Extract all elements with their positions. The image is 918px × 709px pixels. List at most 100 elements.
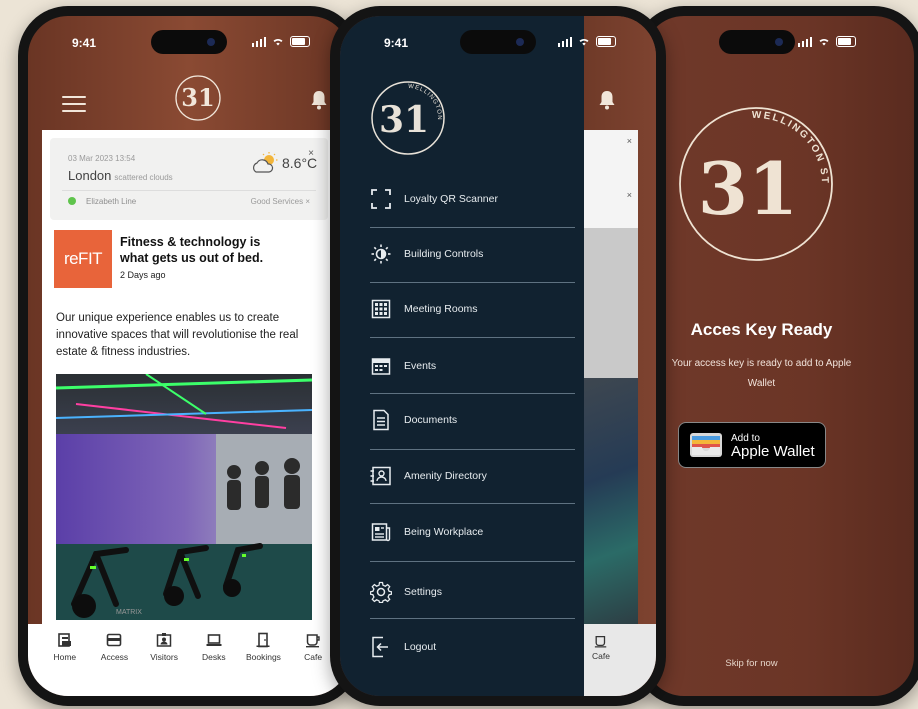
tab-access[interactable]: Access bbox=[94, 632, 134, 696]
wifi-icon bbox=[579, 38, 589, 46]
signal-icon bbox=[558, 36, 572, 47]
grid-icon bbox=[371, 299, 391, 319]
menu-divider bbox=[370, 337, 575, 338]
news-icon bbox=[371, 523, 391, 542]
preview-tab-cafe: Cafe bbox=[592, 634, 610, 661]
battery-icon bbox=[836, 36, 856, 47]
add-to-apple-wallet-button[interactable]: Add to Apple Wallet bbox=[678, 422, 826, 468]
wallet-icon bbox=[690, 433, 722, 457]
preview-image bbox=[584, 378, 638, 624]
menu-item-building-controls[interactable]: Building Controls bbox=[370, 233, 575, 275]
menu-item-logout[interactable]: Logout bbox=[370, 626, 575, 668]
preview-close: × bbox=[626, 136, 632, 146]
access-description: Your access key is ready to add to Apple… bbox=[671, 358, 852, 389]
signal-icon bbox=[798, 36, 812, 47]
article-header[interactable]: reFIT Fitness & technology is what gets … bbox=[42, 220, 336, 310]
weather-card: 03 Mar 2023 13:54 London scattered clouds… bbox=[50, 138, 328, 220]
access-screen: WELLINGTON STREET 31 Acces Key Ready You… bbox=[644, 16, 914, 696]
weather-divider bbox=[62, 190, 316, 191]
article-image: MATRIX bbox=[56, 374, 312, 620]
article-time: 2 Days ago bbox=[120, 270, 166, 280]
transit-line: Elizabeth Line bbox=[86, 197, 137, 206]
preview-weather: × × bbox=[584, 130, 638, 228]
wallet-label-bottom: Apple Wallet bbox=[731, 443, 815, 460]
phone-home: 9:41 31 03 Mar 2023 13:54 London scattere… bbox=[18, 6, 360, 706]
dynamic-island bbox=[460, 30, 536, 54]
svg-text:31: 31 bbox=[181, 83, 214, 112]
menu-item-meeting-rooms[interactable]: Meeting Rooms bbox=[370, 288, 575, 330]
brand-logo-large: WELLINGTON STREET 31 bbox=[674, 102, 833, 261]
menu-button[interactable] bbox=[62, 96, 86, 112]
logout-icon bbox=[372, 636, 388, 658]
card-icon bbox=[107, 633, 122, 647]
visitor-icon bbox=[156, 633, 172, 647]
signal-icon bbox=[252, 36, 266, 47]
calendar-icon bbox=[371, 358, 391, 375]
transit-status[interactable]: Good Services × bbox=[251, 197, 310, 206]
wifi-icon bbox=[273, 38, 283, 46]
dynamic-island bbox=[151, 30, 227, 54]
bell-icon[interactable] bbox=[310, 90, 328, 110]
cup-icon bbox=[306, 634, 320, 648]
directory-icon bbox=[370, 466, 391, 486]
sun-icon bbox=[371, 244, 391, 264]
menu-divider bbox=[370, 618, 575, 619]
qr-scanner-icon bbox=[371, 189, 391, 209]
status-time: 9:41 bbox=[384, 36, 409, 50]
access-title: Acces Key Ready bbox=[690, 320, 833, 339]
bell-icon[interactable] bbox=[598, 90, 616, 110]
tab-cafe[interactable]: Cafe bbox=[293, 632, 333, 696]
menu-item-amenity-directory[interactable]: Amenity Directory bbox=[370, 455, 575, 497]
status-dot bbox=[68, 197, 76, 205]
tab-bookings[interactable]: Bookings bbox=[243, 632, 283, 696]
preview-close-2: × bbox=[626, 190, 632, 200]
phone-access-key: WELLINGTON STREET 31 Acces Key Ready You… bbox=[634, 6, 918, 706]
brand-logo: WELLINGTON STREET 31 bbox=[364, 74, 445, 155]
skip-link[interactable]: Skip for now bbox=[644, 658, 859, 669]
weather-description: scattered clouds bbox=[114, 173, 173, 182]
battery-icon bbox=[290, 36, 310, 47]
cup-icon bbox=[594, 635, 607, 648]
partly-cloudy-icon bbox=[253, 152, 278, 173]
dynamic-island bbox=[719, 30, 796, 54]
home-icon bbox=[58, 633, 71, 647]
phone-menu: × × Cafe 9:41 WELLINGTON 31 Loyalty QR S… bbox=[330, 6, 666, 706]
article-thumbnail: reFIT bbox=[54, 230, 112, 288]
image-brand-text: MATRIX bbox=[116, 609, 142, 616]
svg-text:31: 31 bbox=[379, 99, 429, 141]
preview-card: × × bbox=[584, 130, 638, 624]
menu-divider bbox=[370, 449, 575, 450]
menu-item-loyalty-qr-scanner[interactable]: Loyalty QR Scanner bbox=[370, 178, 575, 220]
status-time: 9:41 bbox=[72, 36, 97, 50]
bottom-tab-bar: Home Access Visitors Desks Bookings Cafe bbox=[28, 624, 350, 696]
weather-temperature: 8.6°C bbox=[250, 152, 317, 174]
home-screen: 9:41 31 03 Mar 2023 13:54 London scattere… bbox=[28, 16, 350, 696]
brand-logo: 31 bbox=[175, 75, 221, 121]
menu-screen: × × Cafe 9:41 WELLINGTON 31 Loyalty QR S… bbox=[340, 16, 656, 696]
menu-divider bbox=[370, 282, 575, 283]
home-feed: 03 Mar 2023 13:54 London scattered clouds… bbox=[42, 130, 336, 624]
tab-desks[interactable]: Desks bbox=[194, 632, 234, 696]
menu-item-being-workplace[interactable]: Being Workplace bbox=[370, 511, 575, 553]
menu-item-settings[interactable]: Settings bbox=[370, 571, 575, 613]
menu-divider bbox=[370, 227, 575, 228]
weather-date: 03 Mar 2023 13:54 bbox=[68, 154, 136, 163]
side-menu: WELLINGTON STREET 31 Loyalty QR Scanner … bbox=[340, 16, 584, 696]
menu-divider bbox=[370, 561, 575, 562]
article-body: Our unique experience enables us to crea… bbox=[56, 312, 299, 358]
tab-home[interactable]: Home bbox=[45, 632, 85, 696]
menu-item-documents[interactable]: Documents bbox=[370, 399, 575, 441]
home-preview: × × Cafe bbox=[584, 16, 656, 696]
wifi-icon bbox=[819, 38, 829, 46]
laptop-icon bbox=[206, 634, 222, 646]
weather-close-button[interactable]: × bbox=[308, 148, 314, 159]
gear-icon bbox=[370, 581, 392, 603]
menu-divider bbox=[370, 393, 575, 394]
svg-text:31: 31 bbox=[698, 146, 798, 231]
door-icon bbox=[256, 632, 270, 648]
battery-icon bbox=[596, 36, 616, 47]
tab-visitors[interactable]: Visitors bbox=[144, 632, 184, 696]
article-title[interactable]: Fitness & technology is what gets us out… bbox=[120, 234, 270, 266]
menu-item-events[interactable]: Events bbox=[370, 345, 575, 387]
preview-tab-bar: Cafe bbox=[584, 624, 656, 696]
